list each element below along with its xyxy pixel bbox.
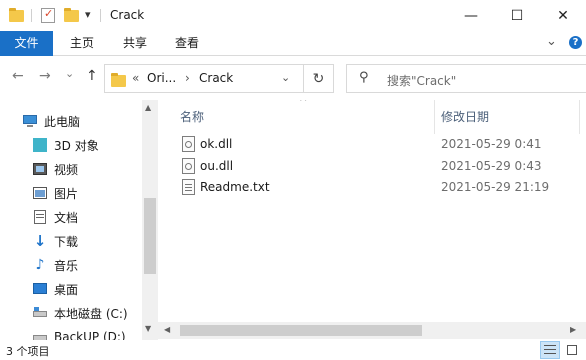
desktop-icon: [32, 282, 48, 296]
breadcrumb-item[interactable]: Crack: [199, 71, 233, 85]
text-file-icon: [182, 179, 195, 195]
file-name: ou.dll: [200, 159, 234, 173]
nav-label: 桌面: [54, 282, 79, 297]
music-icon: ♪: [35, 257, 45, 273]
back-button[interactable]: ←: [12, 68, 24, 84]
column-header-name[interactable]: 名称: [180, 108, 204, 125]
window-title: Crack: [110, 8, 145, 22]
scroll-up-button[interactable]: ▲: [145, 103, 151, 112]
dll-file-icon: [182, 158, 195, 174]
nav-label: 本地磁盘 (C:): [54, 306, 128, 321]
forward-button[interactable]: →: [39, 68, 51, 84]
content-horizontal-scrollbar[interactable]: ◀ ▶: [158, 322, 586, 339]
3d-objects-icon: [32, 138, 48, 152]
nav-label: 文档: [54, 210, 79, 225]
file-row[interactable]: ou.dll 2021-05-29 0:43: [178, 156, 578, 178]
file-date-modified: 2021-05-29 0:43: [441, 159, 542, 173]
column-header-date-modified[interactable]: 修改日期: [441, 108, 489, 125]
drive-icon: [32, 330, 48, 340]
nav-label: 音乐: [54, 258, 79, 273]
search-input[interactable]: 搜索"Crack": [387, 72, 456, 89]
nav-item-desktop[interactable]: 桌面: [32, 277, 158, 301]
column-divider[interactable]: [579, 100, 580, 134]
scrollbar-thumb[interactable]: [180, 325, 422, 336]
maximize-button[interactable]: ☐: [494, 0, 540, 31]
nav-label: 图片: [54, 186, 79, 201]
file-name: Readme.txt: [200, 180, 270, 194]
scroll-right-button[interactable]: ▶: [570, 325, 576, 334]
document-icon: [32, 210, 48, 224]
tab-view[interactable]: 查看: [167, 31, 207, 56]
file-row[interactable]: ok.dll 2021-05-29 0:41: [178, 134, 578, 156]
scroll-down-button[interactable]: ▼: [145, 324, 151, 333]
refresh-button[interactable]: ↻: [304, 64, 334, 93]
breadcrumb-item[interactable]: Ori...: [147, 71, 176, 85]
nav-label: BackUP (D:): [54, 330, 126, 340]
nav-pane-scrollbar[interactable]: ▲ ▼: [142, 100, 158, 340]
sort-indicator-icon: ^: [299, 100, 308, 108]
drive-icon: [32, 306, 48, 320]
navigation-bar: ← → ⌄ ↑ « Ori... › Crack ⌄ ↻ ⚲ 搜索"Crack": [0, 56, 586, 100]
nav-item-local-disk-c[interactable]: 本地磁盘 (C:): [32, 301, 158, 325]
file-list: ^ 名称 修改日期 ok.dll 2021-05-29 0:41 ou.dll …: [158, 100, 586, 340]
nav-item-downloads[interactable]: ↓ 下载: [32, 229, 158, 253]
nav-label: 下载: [54, 234, 79, 249]
column-divider[interactable]: [434, 100, 435, 134]
status-bar: 3 个项目: [0, 340, 586, 360]
nav-item-music[interactable]: ♪ 音乐: [32, 253, 158, 277]
nav-item-backup-d[interactable]: BackUP (D:): [32, 325, 158, 340]
nav-item-pictures[interactable]: 图片: [32, 181, 158, 205]
breadcrumb-overflow[interactable]: «: [132, 71, 139, 85]
breadcrumb-separator[interactable]: ›: [185, 71, 190, 85]
customize-toolbar-dropdown[interactable]: ▾: [85, 8, 91, 21]
address-dropdown[interactable]: ⌄: [281, 71, 290, 84]
nav-item-3d-objects[interactable]: 3D 对象: [32, 133, 158, 157]
file-date-modified: 2021-05-29 0:41: [441, 137, 542, 151]
item-count: 3 个项目: [6, 345, 50, 358]
download-icon: ↓: [33, 232, 47, 250]
picture-icon: [32, 186, 48, 200]
file-date-modified: 2021-05-29 21:19: [441, 180, 550, 194]
nav-item-documents[interactable]: 文档: [32, 205, 158, 229]
tab-share[interactable]: 共享: [115, 31, 155, 56]
video-icon: [32, 162, 48, 176]
computer-icon: [22, 114, 38, 128]
file-name: ok.dll: [200, 137, 233, 151]
scroll-left-button[interactable]: ◀: [164, 325, 170, 334]
divider: [31, 9, 32, 22]
file-row[interactable]: Readme.txt 2021-05-29 21:19: [178, 177, 578, 199]
expand-ribbon-icon[interactable]: ⌄: [546, 34, 557, 49]
search-icon: ⚲: [359, 70, 369, 85]
nav-label: 视频: [54, 162, 79, 177]
divider: [100, 9, 101, 22]
navigation-pane: 此电脑 3D 对象 视频 图片 文档 ↓ 下载 ♪ 音乐 桌面 本地磁盘 (C:…: [0, 100, 158, 340]
close-button[interactable]: ✕: [540, 0, 586, 31]
nav-label: 此电脑: [44, 114, 81, 129]
ribbon-tabs: 文件 主页 共享 查看 ⌄ ?: [0, 31, 586, 56]
help-icon[interactable]: ?: [569, 36, 582, 49]
properties-icon[interactable]: ✓: [41, 7, 55, 23]
up-button[interactable]: ↑: [86, 68, 98, 84]
address-bar[interactable]: « Ori... › Crack ⌄: [104, 64, 304, 93]
nav-item-this-pc[interactable]: 此电脑: [22, 109, 158, 133]
recent-locations-dropdown[interactable]: ⌄: [65, 67, 74, 80]
scrollbar-thumb[interactable]: [144, 198, 156, 274]
title-bar: ✓ ▾ Crack — ☐ ✕: [0, 0, 586, 31]
nav-label: 3D 对象: [54, 138, 99, 153]
nav-item-videos[interactable]: 视频: [32, 157, 158, 181]
tab-file[interactable]: 文件: [0, 31, 53, 56]
tab-home[interactable]: 主页: [62, 31, 102, 56]
search-box[interactable]: ⚲ 搜索"Crack": [346, 64, 586, 93]
large-icons-view-button[interactable]: [562, 341, 582, 359]
minimize-button[interactable]: —: [448, 0, 494, 31]
details-view-button[interactable]: [540, 341, 560, 359]
dll-file-icon: [182, 136, 195, 152]
